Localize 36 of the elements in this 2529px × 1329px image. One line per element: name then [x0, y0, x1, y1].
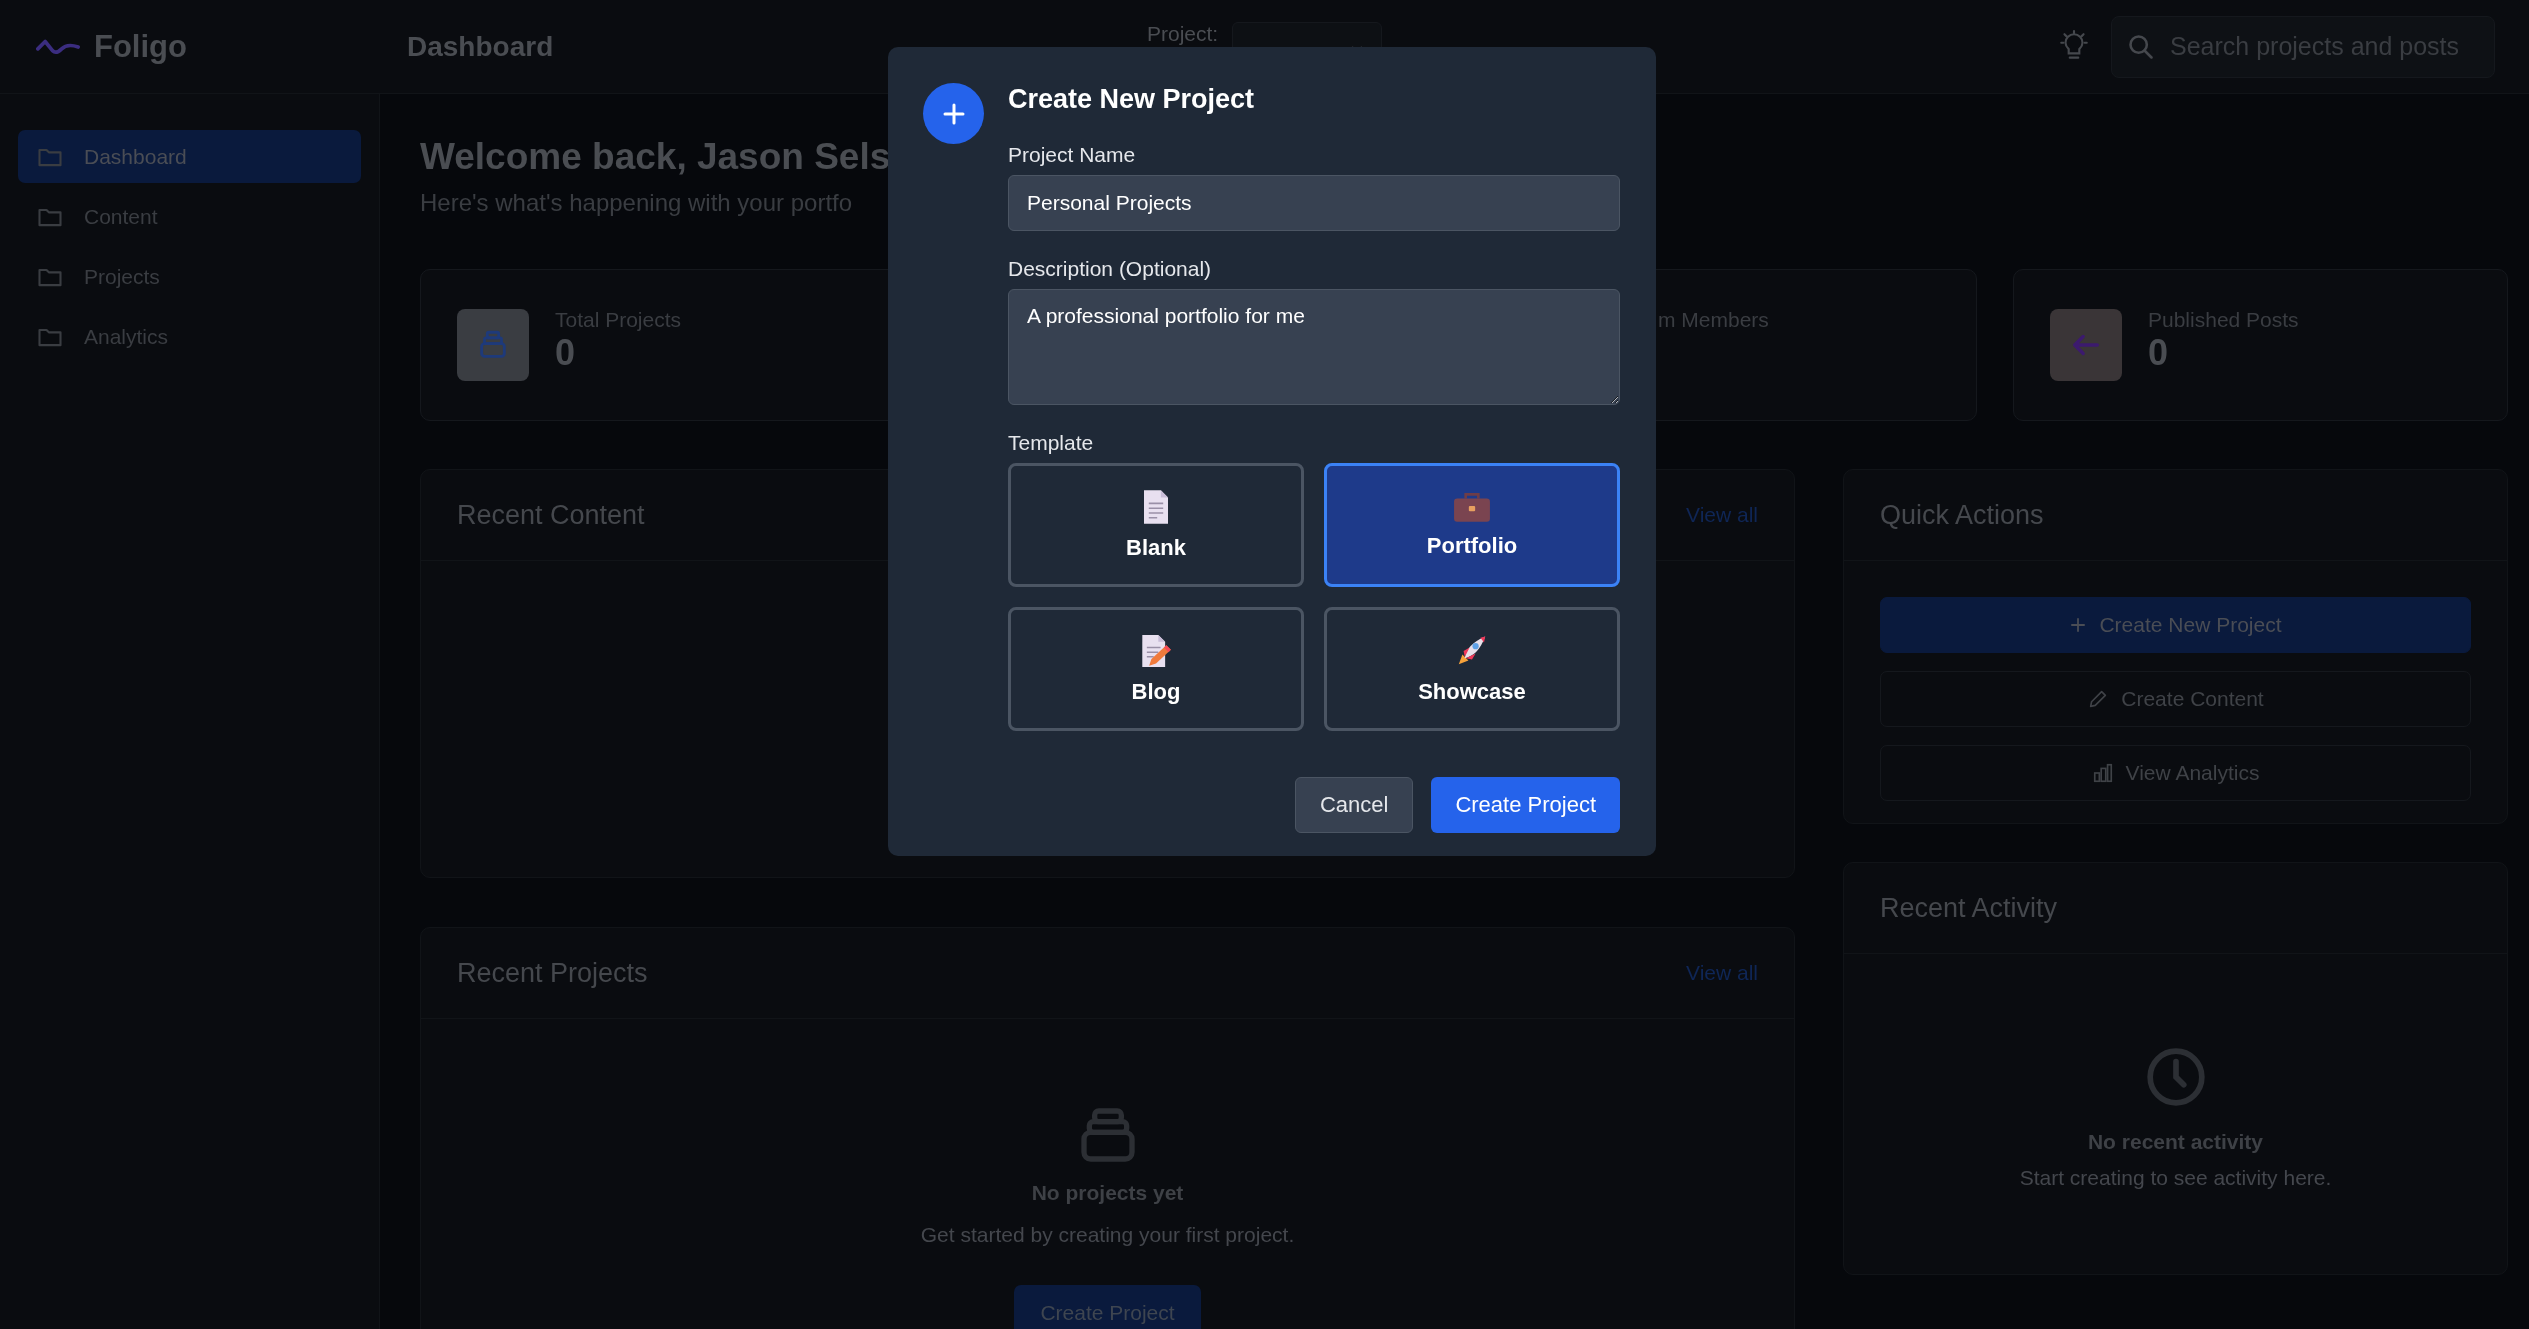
- project-name-field[interactable]: Personal Projects: [1008, 175, 1620, 231]
- empty-state-text: Get started by creating your first project.: [920, 1223, 1295, 1247]
- document-pencil-icon: [1140, 633, 1172, 669]
- bar-chart-icon: [2091, 762, 2114, 784]
- panel-title: Recent Activity: [1880, 892, 2058, 924]
- panel-title: Quick Actions: [1880, 499, 2044, 531]
- project-label: Project:: [1147, 22, 1219, 46]
- plus-circle-icon: [923, 83, 984, 144]
- dialog-title: Create New Project: [1008, 83, 1256, 115]
- document-icon: [1141, 489, 1171, 525]
- welcome-heading: Welcome back, Jason Sels: [420, 135, 891, 179]
- stat-value: 0: [2148, 332, 2170, 374]
- field-label: Description (Optional): [1008, 257, 1213, 281]
- template-option[interactable]: Portfolio: [1324, 463, 1620, 587]
- app-name: Foligo: [94, 28, 187, 65]
- create-project-button[interactable]: Create Project: [1431, 777, 1620, 833]
- empty-state-text: Start creating to see activity here.: [2019, 1166, 2332, 1190]
- view-all-link[interactable]: View all: [1686, 961, 1758, 985]
- template-option[interactable]: Showcase: [1324, 607, 1620, 731]
- field-label: Project Name: [1008, 143, 1137, 167]
- panel-title: Recent Content: [457, 499, 645, 531]
- cancel-button[interactable]: Cancel: [1294, 777, 1414, 833]
- plus-icon: [2069, 616, 2088, 634]
- field-label: Template: [1008, 431, 1095, 455]
- page-title: Dashboard: [407, 30, 555, 63]
- panel-title: Recent Projects: [457, 957, 648, 989]
- description-field[interactable]: A professional portfolio for me: [1008, 289, 1620, 405]
- template-option[interactable]: Blank: [1008, 463, 1304, 587]
- stat-value: 0: [555, 332, 577, 374]
- template-option[interactable]: Blog: [1008, 607, 1304, 731]
- quick-action-button[interactable]: Create New Project: [1880, 597, 2471, 653]
- search-icon: [2127, 32, 2155, 61]
- briefcase-icon: [1453, 491, 1491, 523]
- sidebar-item[interactable]: Dashboard: [18, 130, 361, 183]
- view-all-link[interactable]: View all: [1686, 503, 1758, 527]
- clock-icon: [2144, 1046, 2207, 1108]
